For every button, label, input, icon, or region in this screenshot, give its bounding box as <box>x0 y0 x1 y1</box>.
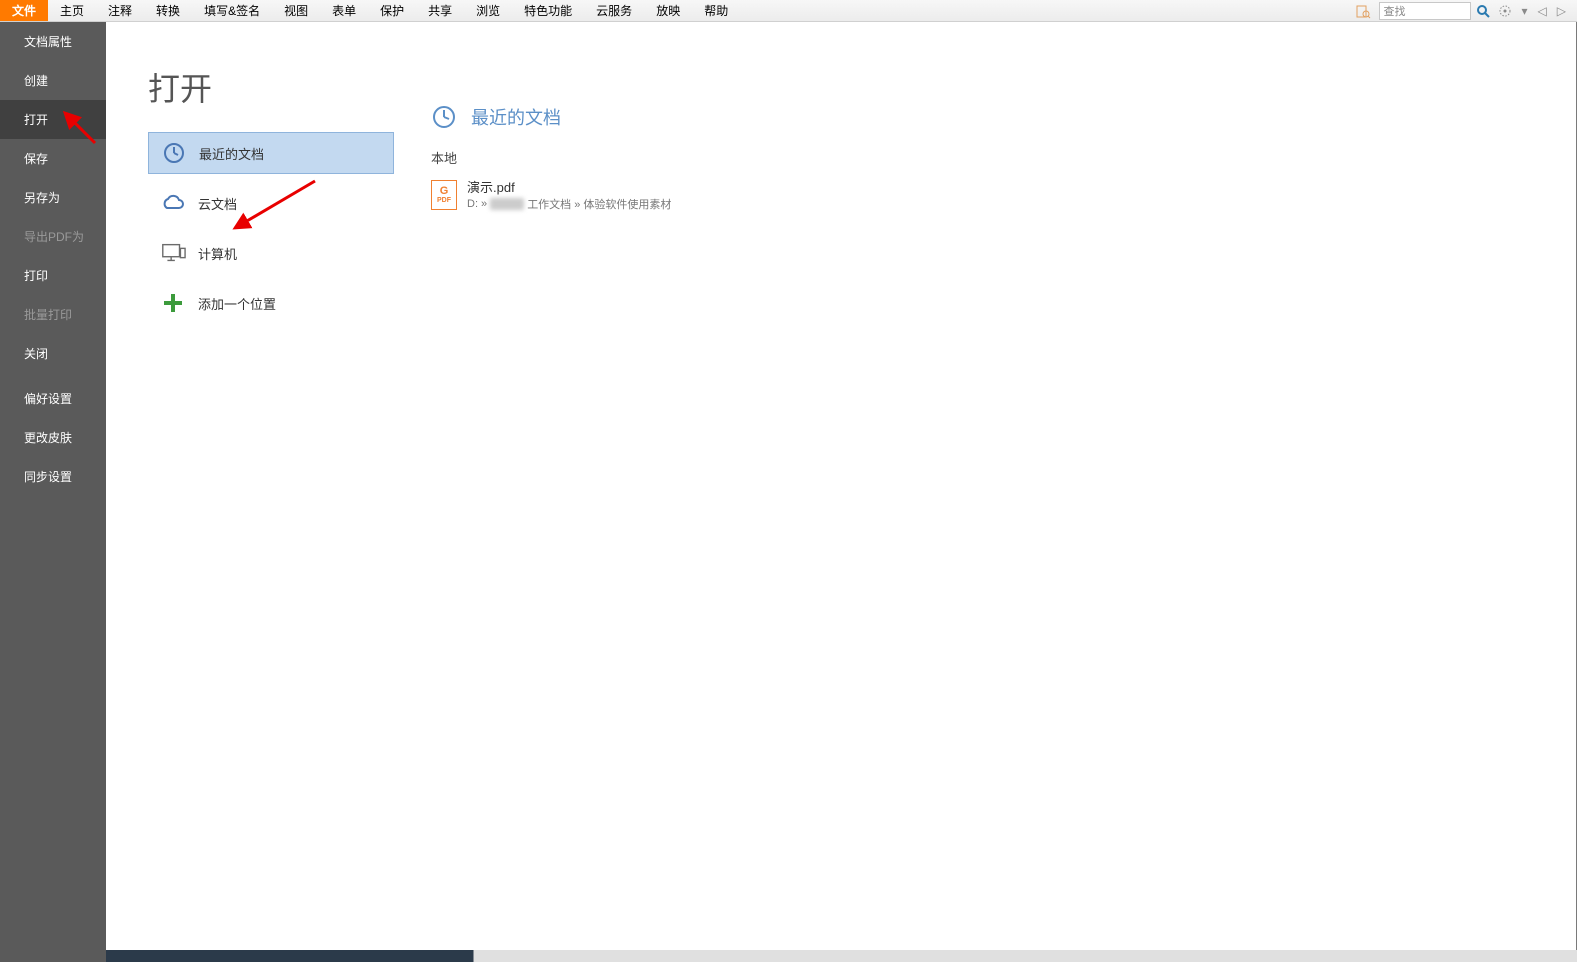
file-path: D: » xxxx 工作文档 » 体验软件使用素材 <box>467 196 671 212</box>
menu-tab-help[interactable]: 帮助 <box>692 0 740 21</box>
sidebar-item-sync[interactable]: 同步设置 <box>0 457 106 496</box>
main-panel: 最近的文档 本地 GPDF 演示.pdf D: » xxxx 工作文档 » 体验… <box>391 22 1576 961</box>
menubar: 文件 主页 注释 转换 填写&签名 视图 表单 保护 共享 浏览 特色功能 云服… <box>0 0 1577 22</box>
menu-tab-slideshow[interactable]: 放映 <box>644 0 692 21</box>
search-icon[interactable] <box>1475 3 1491 19</box>
location-recent[interactable]: 最近的文档 <box>148 132 394 174</box>
file-info: 演示.pdf D: » xxxx 工作文档 » 体验软件使用素材 <box>467 177 671 212</box>
menu-tab-form[interactable]: 表单 <box>320 0 368 21</box>
sidebar-item-close[interactable]: 关闭 <box>0 334 106 373</box>
search-input[interactable]: 查找 <box>1379 2 1471 20</box>
menu-tab-fillsign[interactable]: 填写&签名 <box>192 0 272 21</box>
location-cloud-label: 云文档 <box>198 194 237 213</box>
location-cloud[interactable]: 云文档 <box>148 182 394 224</box>
file-sidebar: 文档属性 创建 打开 保存 另存为 导出PDF为 打印 批量打印 关闭 偏好设置… <box>0 22 106 962</box>
sidebar-item-batchprint: 批量打印 <box>0 295 106 334</box>
sidebar-item-create[interactable]: 创建 <box>0 61 106 100</box>
section-local-label: 本地 <box>431 148 1576 167</box>
sidebar-item-docprops[interactable]: 文档属性 <box>0 22 106 61</box>
pdf-file-icon: GPDF <box>431 180 457 210</box>
gear-icon[interactable] <box>1495 4 1515 18</box>
open-locations-panel: 打开 最近的文档 云文档 计算机 <box>106 22 391 961</box>
computer-icon <box>160 240 186 266</box>
menu-tab-annotate[interactable]: 注释 <box>96 0 144 21</box>
nav-next-icon[interactable]: ▷ <box>1554 4 1569 18</box>
menu-tab-view[interactable]: 视图 <box>272 0 320 21</box>
sidebar-item-exportpdf: 导出PDF为 <box>0 217 106 256</box>
gear-dropdown-icon[interactable]: ▾ <box>1519 4 1531 18</box>
menu-tab-convert[interactable]: 转换 <box>144 0 192 21</box>
find-pdf-icon[interactable] <box>1351 3 1375 19</box>
menu-tab-cloud[interactable]: 云服务 <box>584 0 644 21</box>
location-computer[interactable]: 计算机 <box>148 232 394 274</box>
menu-tab-protect[interactable]: 保护 <box>368 0 416 21</box>
menubar-right-tools: 查找 ▾ ◁ ▷ <box>1351 0 1577 21</box>
menu-tab-file[interactable]: 文件 <box>0 0 48 21</box>
main-header: 最近的文档 <box>431 104 1576 130</box>
clock-icon <box>161 140 187 166</box>
file-name: 演示.pdf <box>467 177 671 196</box>
content-area: 打开 最近的文档 云文档 计算机 <box>106 22 1577 962</box>
cloud-icon <box>160 190 186 216</box>
menu-tab-share[interactable]: 共享 <box>416 0 464 21</box>
menu-tab-feature[interactable]: 特色功能 <box>512 0 584 21</box>
location-add[interactable]: 添加一个位置 <box>148 282 394 324</box>
status-bar <box>106 950 1577 962</box>
sidebar-item-preferences[interactable]: 偏好设置 <box>0 379 106 418</box>
page-title: 打开 <box>148 64 391 110</box>
clock-icon <box>431 104 457 130</box>
location-computer-label: 计算机 <box>198 244 237 263</box>
location-add-label: 添加一个位置 <box>198 294 276 313</box>
main-title: 最近的文档 <box>471 104 561 130</box>
plus-icon <box>160 290 186 316</box>
sidebar-item-open[interactable]: 打开 <box>0 100 106 139</box>
location-recent-label: 最近的文档 <box>199 144 264 163</box>
sidebar-item-save[interactable]: 保存 <box>0 139 106 178</box>
menu-tab-browse[interactable]: 浏览 <box>464 0 512 21</box>
menu-tab-home[interactable]: 主页 <box>48 0 96 21</box>
nav-prev-icon[interactable]: ◁ <box>1535 4 1550 18</box>
recent-file-row[interactable]: GPDF 演示.pdf D: » xxxx 工作文档 » 体验软件使用素材 <box>431 173 1576 216</box>
sidebar-item-print[interactable]: 打印 <box>0 256 106 295</box>
sidebar-item-saveas[interactable]: 另存为 <box>0 178 106 217</box>
sidebar-item-skin[interactable]: 更改皮肤 <box>0 418 106 457</box>
